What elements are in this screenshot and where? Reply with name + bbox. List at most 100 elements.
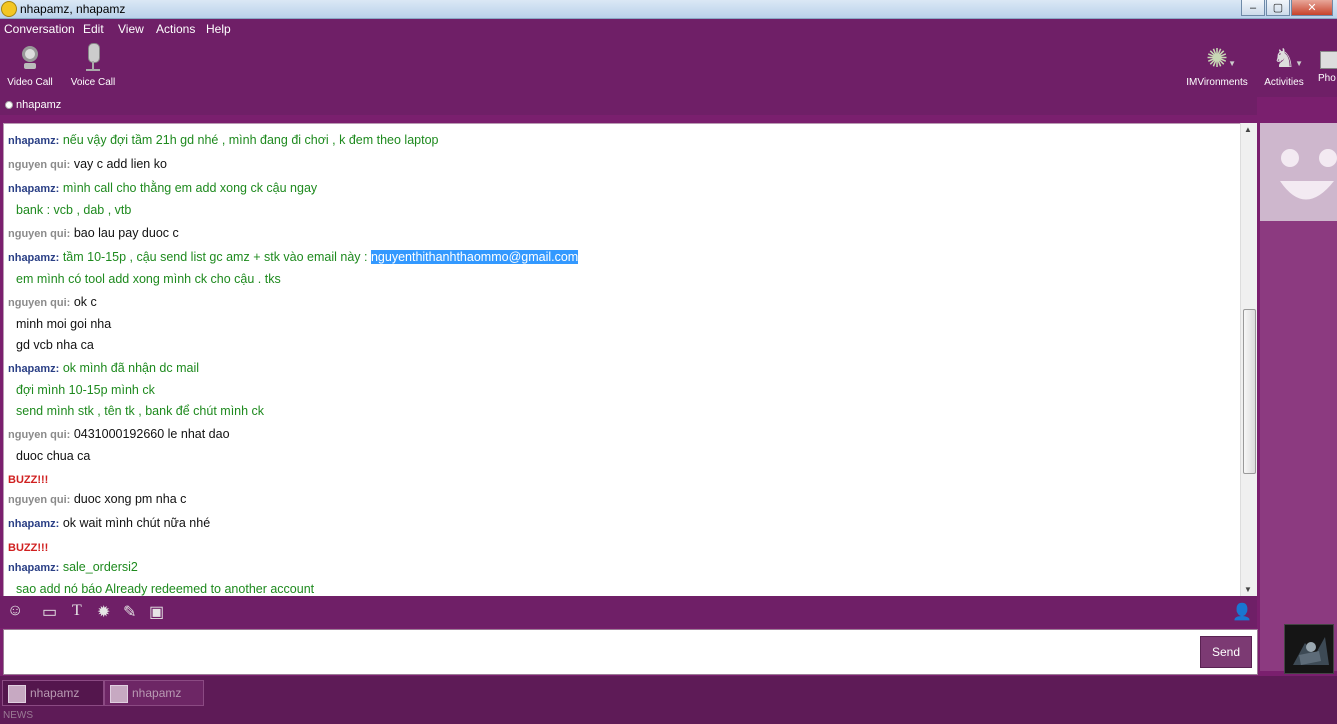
menu-bar: Conversation Edit View Actions Help	[0, 19, 1337, 39]
chat-message: nguyen qui: bao lau pay duoc c	[8, 226, 179, 240]
message-text: tầm 10-15p , cậu send list gc amz + stk …	[62, 250, 371, 264]
news-label[interactable]: NEWS	[3, 710, 33, 721]
contact-status-bar: nhapamz	[0, 97, 1257, 115]
menu-view[interactable]: View	[118, 22, 144, 36]
chat-message: nhapamz: ok wait mình chút nữa nhé	[8, 516, 210, 530]
menu-edit[interactable]: Edit	[83, 22, 104, 36]
sidebar-panel	[1260, 221, 1337, 671]
webcam-icon	[15, 43, 45, 73]
audibles-icon[interactable]: ✹	[97, 602, 110, 622]
status-dot-icon	[5, 101, 13, 109]
message-text: bank : vcb , dab , vtb	[16, 203, 132, 217]
photos-icon	[1318, 43, 1337, 73]
contact-info-icon[interactable]: 👤	[1232, 602, 1252, 622]
message-text: ok wait mình chút nữa nhé	[62, 516, 211, 530]
share-icon[interactable]: ▣	[149, 602, 164, 622]
menu-help[interactable]: Help	[206, 22, 231, 36]
attach-icon[interactable]: ✎	[123, 602, 136, 622]
speaker-name: nhapamz:	[8, 562, 60, 574]
message-text: vay c add lien ko	[73, 157, 167, 171]
smiley-avatar-icon	[1280, 149, 1337, 200]
message-text: bao lau pay duoc c	[73, 226, 179, 240]
chat-message: nguyen qui: ok c	[8, 295, 97, 309]
scroll-thumb[interactable]	[1243, 309, 1256, 474]
speaker-name: nhapamz:	[8, 252, 60, 264]
user-avatar[interactable]	[1284, 624, 1334, 674]
message-text: gd vcb nha ca	[16, 338, 94, 352]
speaker-name: nguyen qui:	[8, 297, 71, 309]
close-button[interactable]: ✕	[1291, 0, 1333, 16]
contact-name[interactable]: nhapamz	[16, 99, 61, 111]
imvironments-button[interactable]: ✺ ▼ IMVironments	[1184, 43, 1250, 88]
message-text: mình call cho thằng em add xong ck cậu n…	[62, 181, 318, 195]
chat-history[interactable]: nhapamz: nếu vậy đợi tầm 21h gd nhé , mì…	[3, 123, 1242, 598]
video-call-button[interactable]: Video Call	[6, 43, 54, 88]
message-text: 0431000192660 le nhat dao	[73, 427, 230, 441]
menu-actions[interactable]: Actions	[156, 22, 195, 36]
chat-message: nhapamz: tầm 10-15p , cậu send list gc a…	[8, 250, 579, 264]
message-text: ok mình đã nhận dc mail	[62, 361, 200, 375]
tab-label: nhapamz	[30, 686, 80, 700]
email-link[interactable]: nguyenthithanhthaommo@gmail.com	[370, 250, 579, 264]
speaker-name: nguyen qui:	[8, 228, 71, 240]
menu-conversation[interactable]: Conversation	[4, 22, 75, 36]
minimize-button[interactable]: ‒	[1241, 0, 1265, 16]
scroll-down-icon[interactable]: ▼	[1244, 585, 1252, 594]
message-text: duoc chua ca	[16, 449, 91, 463]
avatar-sidebar	[1257, 115, 1337, 675]
chat-scrollbar[interactable]: ▲ ▼	[1240, 123, 1257, 596]
message-input[interactable]	[3, 629, 1258, 675]
message-text: đợi mình 10-15p mình ck	[16, 383, 155, 397]
message-text: minh moi goi nha	[16, 317, 112, 331]
speaker-name: nhapamz:	[8, 183, 60, 195]
activities-button[interactable]: ♞ ▼ Activities	[1262, 43, 1306, 88]
message-text: duoc xong pm nha c	[73, 492, 187, 506]
voice-call-button[interactable]: Voice Call	[68, 43, 118, 88]
photos-button[interactable]: Pho	[1318, 43, 1337, 84]
contact-avatar[interactable]	[1260, 123, 1337, 221]
toolbar: Video Call Voice Call ✺ ▼ IMVironments ♞ ▼…	[0, 39, 1337, 97]
tab-conversation-1[interactable]: nhapamz	[2, 680, 104, 706]
speaker-name: nguyen qui:	[8, 494, 71, 506]
speaker-name: nhapamz:	[8, 135, 60, 147]
tab-conversation-2[interactable]: nhapamz	[104, 680, 204, 706]
user-photo-icon	[1285, 625, 1333, 673]
imvironments-icon: ✺ ▼	[1206, 43, 1236, 73]
imvironments-label: IMVironments	[1186, 77, 1248, 88]
contact-tab-icon	[110, 685, 128, 703]
tab-label: nhapamz	[132, 686, 182, 700]
emoticon-icon[interactable]: ☺	[7, 602, 23, 620]
chat-message: nhapamz: mình call cho thằng em add xong…	[8, 181, 317, 195]
message-text: sale_ordersi2	[62, 560, 138, 574]
speaker-name: nguyen qui:	[8, 159, 71, 171]
message-text: nếu vậy đợi tầm 21h gd nhé , mình đang đ…	[62, 133, 439, 147]
chat-message: nhapamz: nếu vậy đợi tầm 21h gd nhé , mì…	[8, 133, 438, 147]
contact-tab-icon	[8, 685, 26, 703]
message-text: em mình có tool add xong mình ck cho cậu…	[16, 272, 281, 286]
maximize-button[interactable]: ▢	[1266, 0, 1290, 16]
messenger-smiley-icon	[1, 1, 17, 17]
chat-message: nguyen qui: vay c add lien ko	[8, 157, 167, 171]
format-toolbar: ☺ ▭ T ✹ ✎ ▣ 👤	[0, 596, 1257, 628]
chat-message: nhapamz: ok mình đã nhận dc mail	[8, 361, 199, 375]
send-button[interactable]: Send	[1200, 636, 1252, 668]
winks-icon[interactable]: ▭	[42, 602, 57, 622]
chat-message: nhapamz: sale_ordersi2	[8, 560, 138, 574]
activities-label: Activities	[1264, 77, 1304, 88]
window-title: nhapamz, nhapamz	[20, 2, 126, 16]
frame-divider	[0, 115, 1257, 123]
scroll-up-icon[interactable]: ▲	[1244, 125, 1252, 134]
video-call-label: Video Call	[7, 77, 53, 88]
buzz-notice: BUZZ!!!	[8, 542, 49, 554]
chat-message: nguyen qui: 0431000192660 le nhat dao	[8, 427, 230, 441]
microphone-icon	[78, 43, 108, 73]
chess-icon: ♞ ▼	[1272, 43, 1303, 73]
chat-message: nguyen qui: duoc xong pm nha c	[8, 492, 186, 506]
message-text: ok c	[73, 295, 97, 309]
font-icon[interactable]: T	[72, 602, 82, 620]
speaker-name: nhapamz:	[8, 363, 60, 375]
speaker-name: nhapamz:	[8, 518, 60, 530]
message-text: sao add nó báo Already redeemed to anoth…	[16, 582, 315, 596]
conversation-tabs: nhapamz nhapamz NEWS	[0, 676, 1337, 724]
title-bar: nhapamz, nhapamz ‒ ▢ ✕	[0, 0, 1337, 19]
